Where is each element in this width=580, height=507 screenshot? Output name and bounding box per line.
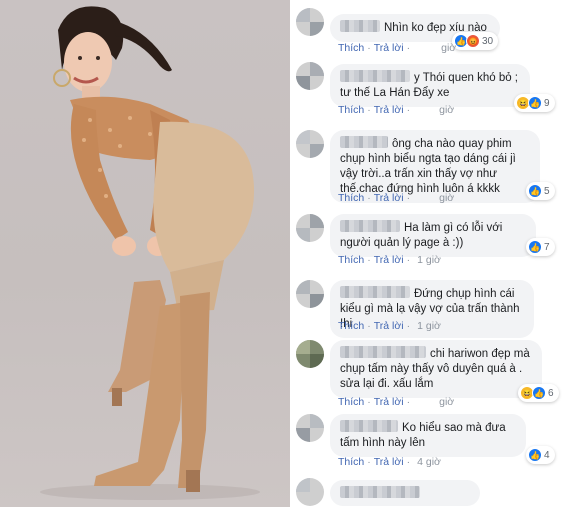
timestamp[interactable]: giờ bbox=[439, 192, 454, 204]
comment-actions: Thích · Trả lời · giờ bbox=[338, 104, 455, 116]
angry-icon: 😡 bbox=[466, 34, 480, 48]
comment-bubble: y Thói quen khó bỏ ; tư thế La Hán Đẩy x… bbox=[330, 64, 530, 107]
fashion-photo bbox=[0, 0, 290, 507]
model-illustration bbox=[40, 6, 260, 500]
comment-actions: Thích · Trả lời · giờ bbox=[338, 396, 455, 408]
like-link[interactable]: Thích bbox=[338, 396, 364, 408]
reply-link[interactable]: Trả lời bbox=[374, 42, 404, 54]
comment-bubble: chi hariwon đẹp mà chụp tấm này thấy vô … bbox=[330, 340, 542, 398]
author-name-blurred[interactable] bbox=[340, 70, 410, 82]
reaction-summary[interactable]: 👍 5 bbox=[526, 182, 555, 200]
reaction-summary[interactable]: 👍 7 bbox=[526, 238, 555, 256]
like-link[interactable]: Thích bbox=[338, 254, 364, 266]
avatar[interactable] bbox=[296, 478, 324, 506]
timestamp[interactable]: giờ bbox=[439, 104, 454, 116]
like-icon: 👍 bbox=[532, 386, 546, 400]
reaction-summary[interactable]: 😆 👍 6 bbox=[518, 384, 559, 402]
reply-link[interactable]: Trả lời bbox=[374, 320, 404, 332]
reply-link[interactable]: Trả lời bbox=[374, 104, 404, 116]
author-name-blurred[interactable] bbox=[340, 420, 398, 432]
reaction-summary[interactable]: 👍 4 bbox=[526, 446, 555, 464]
reply-link[interactable]: Trả lời bbox=[374, 456, 404, 468]
timestamp[interactable]: 4 giờ bbox=[417, 456, 441, 468]
like-icon: 👍 bbox=[528, 240, 542, 254]
like-link[interactable]: Thích bbox=[338, 104, 364, 116]
like-icon: 👍 bbox=[528, 96, 542, 110]
avatar[interactable] bbox=[296, 280, 324, 308]
like-icon: 👍 bbox=[528, 184, 542, 198]
like-link[interactable]: Thích bbox=[338, 42, 364, 54]
reply-link[interactable]: Trả lời bbox=[374, 396, 404, 408]
author-name-blurred[interactable] bbox=[340, 286, 410, 298]
comments-panel: Nhìn ko đẹp xíu nào 👍 😡 30 Thích · Trả lời… bbox=[290, 0, 580, 507]
avatar[interactable] bbox=[296, 8, 324, 36]
avatar[interactable] bbox=[296, 130, 324, 158]
comment-actions: Thích · Trả lời · 1 giờ bbox=[338, 320, 441, 332]
comment-bubble: Ha làm gì có lỗi với người quản lý page … bbox=[330, 214, 536, 257]
like-icon: 👍 bbox=[528, 448, 542, 462]
avatar[interactable] bbox=[296, 340, 324, 368]
reaction-count: 9 bbox=[544, 97, 550, 109]
reply-link[interactable]: Trả lời bbox=[374, 254, 404, 266]
like-link[interactable]: Thích bbox=[338, 320, 364, 332]
reaction-count: 4 bbox=[544, 449, 550, 461]
avatar[interactable] bbox=[296, 214, 324, 242]
author-name-blurred[interactable] bbox=[340, 20, 380, 32]
timestamp[interactable]: 1 giờ bbox=[417, 320, 441, 332]
reaction-summary[interactable]: 😆 👍 9 bbox=[514, 94, 555, 112]
timestamp[interactable]: giờ bbox=[439, 396, 454, 408]
author-name-blurred[interactable] bbox=[340, 486, 420, 498]
comment-bubble: Ko hiểu sao mà đưa tấm hình này lên bbox=[330, 414, 526, 457]
like-link[interactable]: Thích bbox=[338, 192, 364, 204]
reaction-count: 30 bbox=[482, 35, 494, 47]
comment-bubble bbox=[330, 480, 480, 506]
comment-actions: Thích · Trả lời · 1 giờ bbox=[338, 254, 441, 266]
timestamp[interactable]: 1 giờ bbox=[417, 254, 441, 266]
reaction-count: 7 bbox=[544, 241, 550, 253]
like-link[interactable]: Thích bbox=[338, 456, 364, 468]
timestamp[interactable]: giờ bbox=[441, 42, 456, 54]
comment-actions: Thích · Trả lời · giờ bbox=[338, 192, 455, 204]
author-name-blurred[interactable] bbox=[340, 136, 388, 148]
comment-actions: Thích · Trả lời · giờ bbox=[338, 42, 457, 54]
author-name-blurred[interactable] bbox=[340, 220, 400, 232]
reaction-count: 5 bbox=[544, 185, 550, 197]
comment-actions: Thích · Trả lời · 4 giờ bbox=[338, 456, 441, 468]
author-name-blurred[interactable] bbox=[340, 346, 426, 358]
reply-link[interactable]: Trả lời bbox=[374, 192, 404, 204]
reaction-count: 6 bbox=[548, 387, 554, 399]
avatar[interactable] bbox=[296, 62, 324, 90]
avatar[interactable] bbox=[296, 414, 324, 442]
reaction-summary[interactable]: 👍 😡 30 bbox=[452, 32, 499, 50]
